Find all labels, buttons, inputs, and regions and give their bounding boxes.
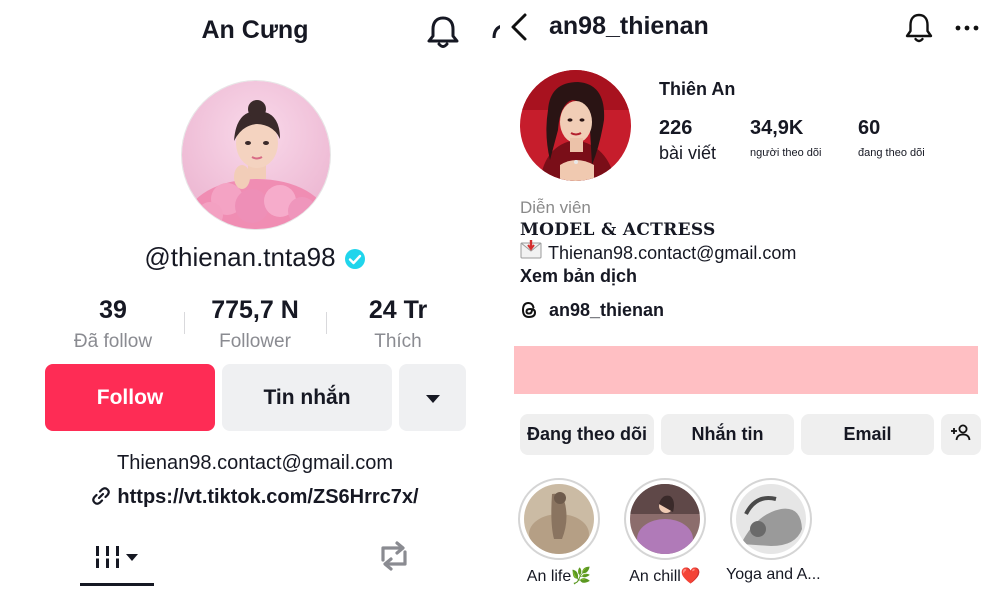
avatar[interactable] bbox=[181, 80, 331, 230]
avatar[interactable] bbox=[520, 70, 631, 181]
bell-icon[interactable] bbox=[426, 14, 460, 50]
highlight-cover bbox=[624, 478, 706, 560]
more-icon[interactable] bbox=[954, 18, 980, 38]
bell-icon[interactable] bbox=[904, 12, 934, 44]
share-icon-partial[interactable] bbox=[488, 14, 500, 50]
stat-divider bbox=[184, 312, 185, 334]
profile-category: Diễn viên bbox=[520, 198, 591, 217]
repost-icon bbox=[374, 541, 414, 578]
message-button[interactable]: Nhắn tin bbox=[661, 414, 794, 455]
bio-email: Thienan98.contact@gmail.com bbox=[117, 452, 393, 474]
grid-tab-icon bbox=[94, 544, 140, 575]
see-translation-link[interactable]: Xem bản dịch bbox=[520, 266, 637, 287]
profile-handle-row: @thienan.tnta98 bbox=[0, 242, 500, 273]
tab-reposts[interactable] bbox=[374, 538, 414, 574]
bio-link[interactable]: https://vt.tiktok.com/ZS6Hrrc7x/ bbox=[117, 486, 418, 508]
stat-following[interactable]: 39 Đã follow bbox=[58, 296, 168, 353]
email-button[interactable]: Email bbox=[801, 414, 934, 455]
stat-followers-label: người theo dõi bbox=[750, 147, 822, 159]
story-highlight[interactable]: Yoga and A... bbox=[726, 478, 821, 584]
stat-posts-label: bài viết bbox=[659, 143, 717, 163]
stat-following-label: đang theo dõi bbox=[858, 147, 925, 159]
threads-icon bbox=[520, 300, 549, 320]
stat-followers-value: 34,9K bbox=[750, 117, 804, 139]
highlight-label: An chill❤️ bbox=[629, 568, 701, 585]
profile-username: an98_thienan bbox=[549, 12, 709, 40]
stat-following-label: Đã follow bbox=[73, 331, 153, 352]
stat-following[interactable]: 60 đang theo dõi bbox=[858, 117, 925, 159]
chevron-down-icon bbox=[425, 386, 441, 410]
highlight-label: An life🌿 bbox=[526, 568, 592, 585]
add-person-icon bbox=[950, 423, 972, 446]
stat-following-value: 60 bbox=[858, 117, 881, 139]
envelope-icon bbox=[520, 239, 542, 265]
profile-display-name: An Cưng bbox=[201, 16, 309, 44]
stat-followers[interactable]: 34,9K người theo dõi bbox=[750, 117, 821, 159]
stat-likes-label: Thích bbox=[374, 331, 422, 352]
message-button[interactable]: Tin nhắn bbox=[222, 364, 392, 431]
highlight-cover bbox=[730, 478, 812, 560]
stat-posts-value: 226 bbox=[659, 117, 693, 139]
threads-link[interactable]: an98_thienan bbox=[520, 300, 664, 321]
tiktok-profile-panel: An Cưng @thienan.tnta98 39 Đã follow 775… bbox=[0, 0, 500, 600]
story-highlight[interactable]: An life🌿 bbox=[514, 478, 604, 586]
story-highlight[interactable]: An chill❤️ bbox=[620, 478, 710, 586]
stat-following-value: 39 bbox=[99, 296, 127, 324]
active-tab-indicator bbox=[80, 583, 154, 586]
highlight-cover bbox=[518, 478, 600, 560]
bio-email-row[interactable]: Thienan98.contact@gmail.com bbox=[520, 239, 796, 265]
stat-followers-label: Follower bbox=[219, 331, 291, 352]
stat-divider bbox=[326, 312, 327, 334]
stat-likes-value: 24 Tr bbox=[368, 296, 428, 324]
follow-button[interactable]: Follow bbox=[45, 364, 215, 431]
stat-likes[interactable]: 24 Tr Thích bbox=[343, 296, 453, 353]
stat-followers[interactable]: 775,7 N Follower bbox=[195, 296, 315, 353]
suggest-people-button[interactable] bbox=[941, 414, 981, 455]
instagram-profile-panel: an98_thienan Thiên An 226 bài viết 34,9K bbox=[500, 0, 1000, 600]
profile-handle: @thienan.tnta98 bbox=[144, 242, 336, 272]
bio-email[interactable]: Thienan98.contact@gmail.com bbox=[548, 243, 796, 263]
following-button[interactable]: Đang theo dõi bbox=[520, 414, 654, 455]
threads-handle: an98_thienan bbox=[549, 300, 665, 320]
stat-followers-value: 775,7 N bbox=[211, 296, 299, 324]
verified-badge-icon bbox=[344, 246, 366, 270]
back-arrow-icon[interactable] bbox=[508, 12, 530, 42]
tab-videos[interactable] bbox=[80, 538, 154, 586]
stat-posts[interactable]: 226 bài viết bbox=[659, 117, 716, 164]
link-icon bbox=[91, 486, 117, 508]
pink-banner bbox=[514, 346, 978, 394]
highlight-label: Yoga and A... bbox=[726, 566, 821, 583]
suggested-accounts-button[interactable] bbox=[399, 364, 466, 431]
bio-text: MODEL & ACTRESS bbox=[520, 220, 716, 240]
profile-name: Thiên An bbox=[659, 79, 736, 99]
bio-link-row[interactable]: https://vt.tiktok.com/ZS6Hrrc7x/ bbox=[0, 486, 500, 509]
